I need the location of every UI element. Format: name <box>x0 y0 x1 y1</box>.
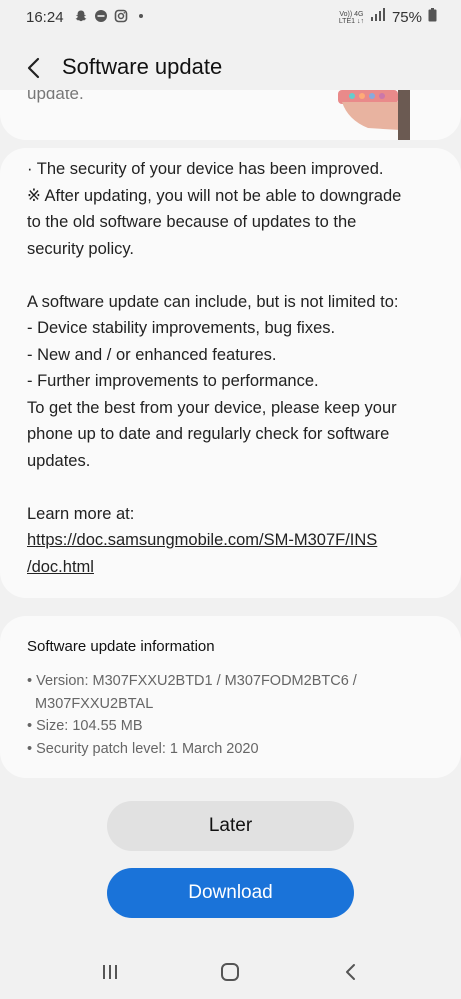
system-nav-bar <box>0 940 461 999</box>
more-notifications-dot <box>134 9 148 23</box>
dnd-icon <box>94 9 108 23</box>
status-bar: 16:24 Vo)) 4G LTE1 ↓↑ 75% <box>0 0 461 34</box>
description-text: · The security of your device has been i… <box>27 156 447 580</box>
description-line: A software update can include, but is no… <box>27 292 399 311</box>
app-header: Software update <box>0 40 461 96</box>
update-info-card: Software update information • Version: M… <box>0 616 461 778</box>
version-info: • Version: M307FXXU2BTD1 / M307FODM2BTC6… <box>27 673 357 689</box>
battery-percentage: 75% <box>391 9 422 26</box>
page-title: Software update <box>62 54 223 79</box>
description-card: · The security of your device has been i… <box>0 148 461 598</box>
notification-icons <box>74 9 148 23</box>
learn-more-link[interactable]: https://doc.samsungmobile.com/SM-M307F/I… <box>27 531 377 549</box>
description-line: to the old software because of updates t… <box>27 213 357 231</box>
back-button[interactable] <box>18 50 48 86</box>
description-line: - Further improvements to performance. <box>27 372 319 390</box>
back-arrow-icon <box>27 57 40 79</box>
update-info-title: Software update information <box>27 638 215 655</box>
recents-icon <box>103 965 117 979</box>
battery-icon <box>428 8 437 27</box>
home-icon <box>221 963 239 981</box>
size-info: • Size: 104.55 MB <box>27 718 143 734</box>
status-time: 16:24 <box>26 9 64 26</box>
description-line: To get the best from your device, please… <box>27 398 397 417</box>
description-line: phone up to date and regularly check for… <box>27 425 390 443</box>
signal-icon <box>370 8 386 27</box>
security-patch-info: • Security patch level: 1 March 2020 <box>27 740 259 757</box>
learn-more-link-cont[interactable]: /doc.html <box>27 558 94 576</box>
description-line: security policy. <box>27 239 134 258</box>
nav-back-icon <box>346 964 355 980</box>
description-line: - Device stability improvements, bug fix… <box>27 319 336 337</box>
learn-more-label: Learn more at: <box>27 504 135 523</box>
description-line: · The security of your device has been i… <box>27 160 384 178</box>
nav-back-button[interactable] <box>335 960 365 984</box>
download-button[interactable]: Download <box>107 868 354 918</box>
description-line: updates. <box>27 451 91 470</box>
update-info-list: • Version: M307FXXU2BTD1 / M307FODM2BTC6… <box>27 670 357 760</box>
network-indicator: Vo)) 4G LTE1 ↓↑ <box>338 10 364 25</box>
intro-card: update. <box>0 90 461 140</box>
description-line: ※ After updating, you will not be able t… <box>27 186 402 205</box>
recents-button[interactable] <box>95 960 125 984</box>
home-button[interactable] <box>215 960 245 984</box>
later-button[interactable]: Later <box>107 801 354 851</box>
snapchat-icon <box>74 9 88 23</box>
system-status: Vo)) 4G LTE1 ↓↑ 75% <box>339 8 437 27</box>
description-line: - New and / or enhanced features. <box>27 345 277 364</box>
instagram-icon <box>114 9 128 23</box>
intro-fragment: update. <box>27 90 84 103</box>
version-info-cont: M307FXXU2BTAL <box>27 695 154 712</box>
phone-illustration <box>338 90 410 140</box>
